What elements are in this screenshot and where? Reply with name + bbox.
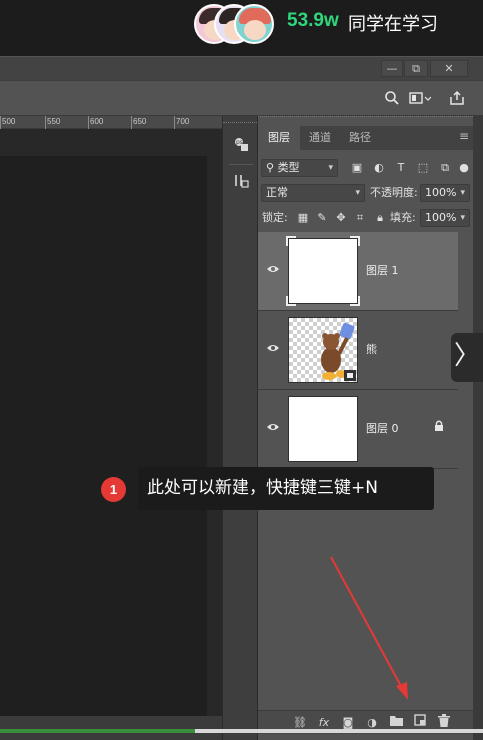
tooltip: 此处可以新建，快捷键三键+N	[138, 467, 434, 510]
progress-bar-remaining	[195, 729, 483, 733]
annotation-arrow	[330, 556, 408, 700]
app-root: 53.9w 同学在学习 — ⧉ ✕ 500 550 600 650 700 ps…	[0, 0, 483, 740]
step-badge: 1	[101, 477, 126, 502]
progress-bar-played	[0, 729, 195, 733]
